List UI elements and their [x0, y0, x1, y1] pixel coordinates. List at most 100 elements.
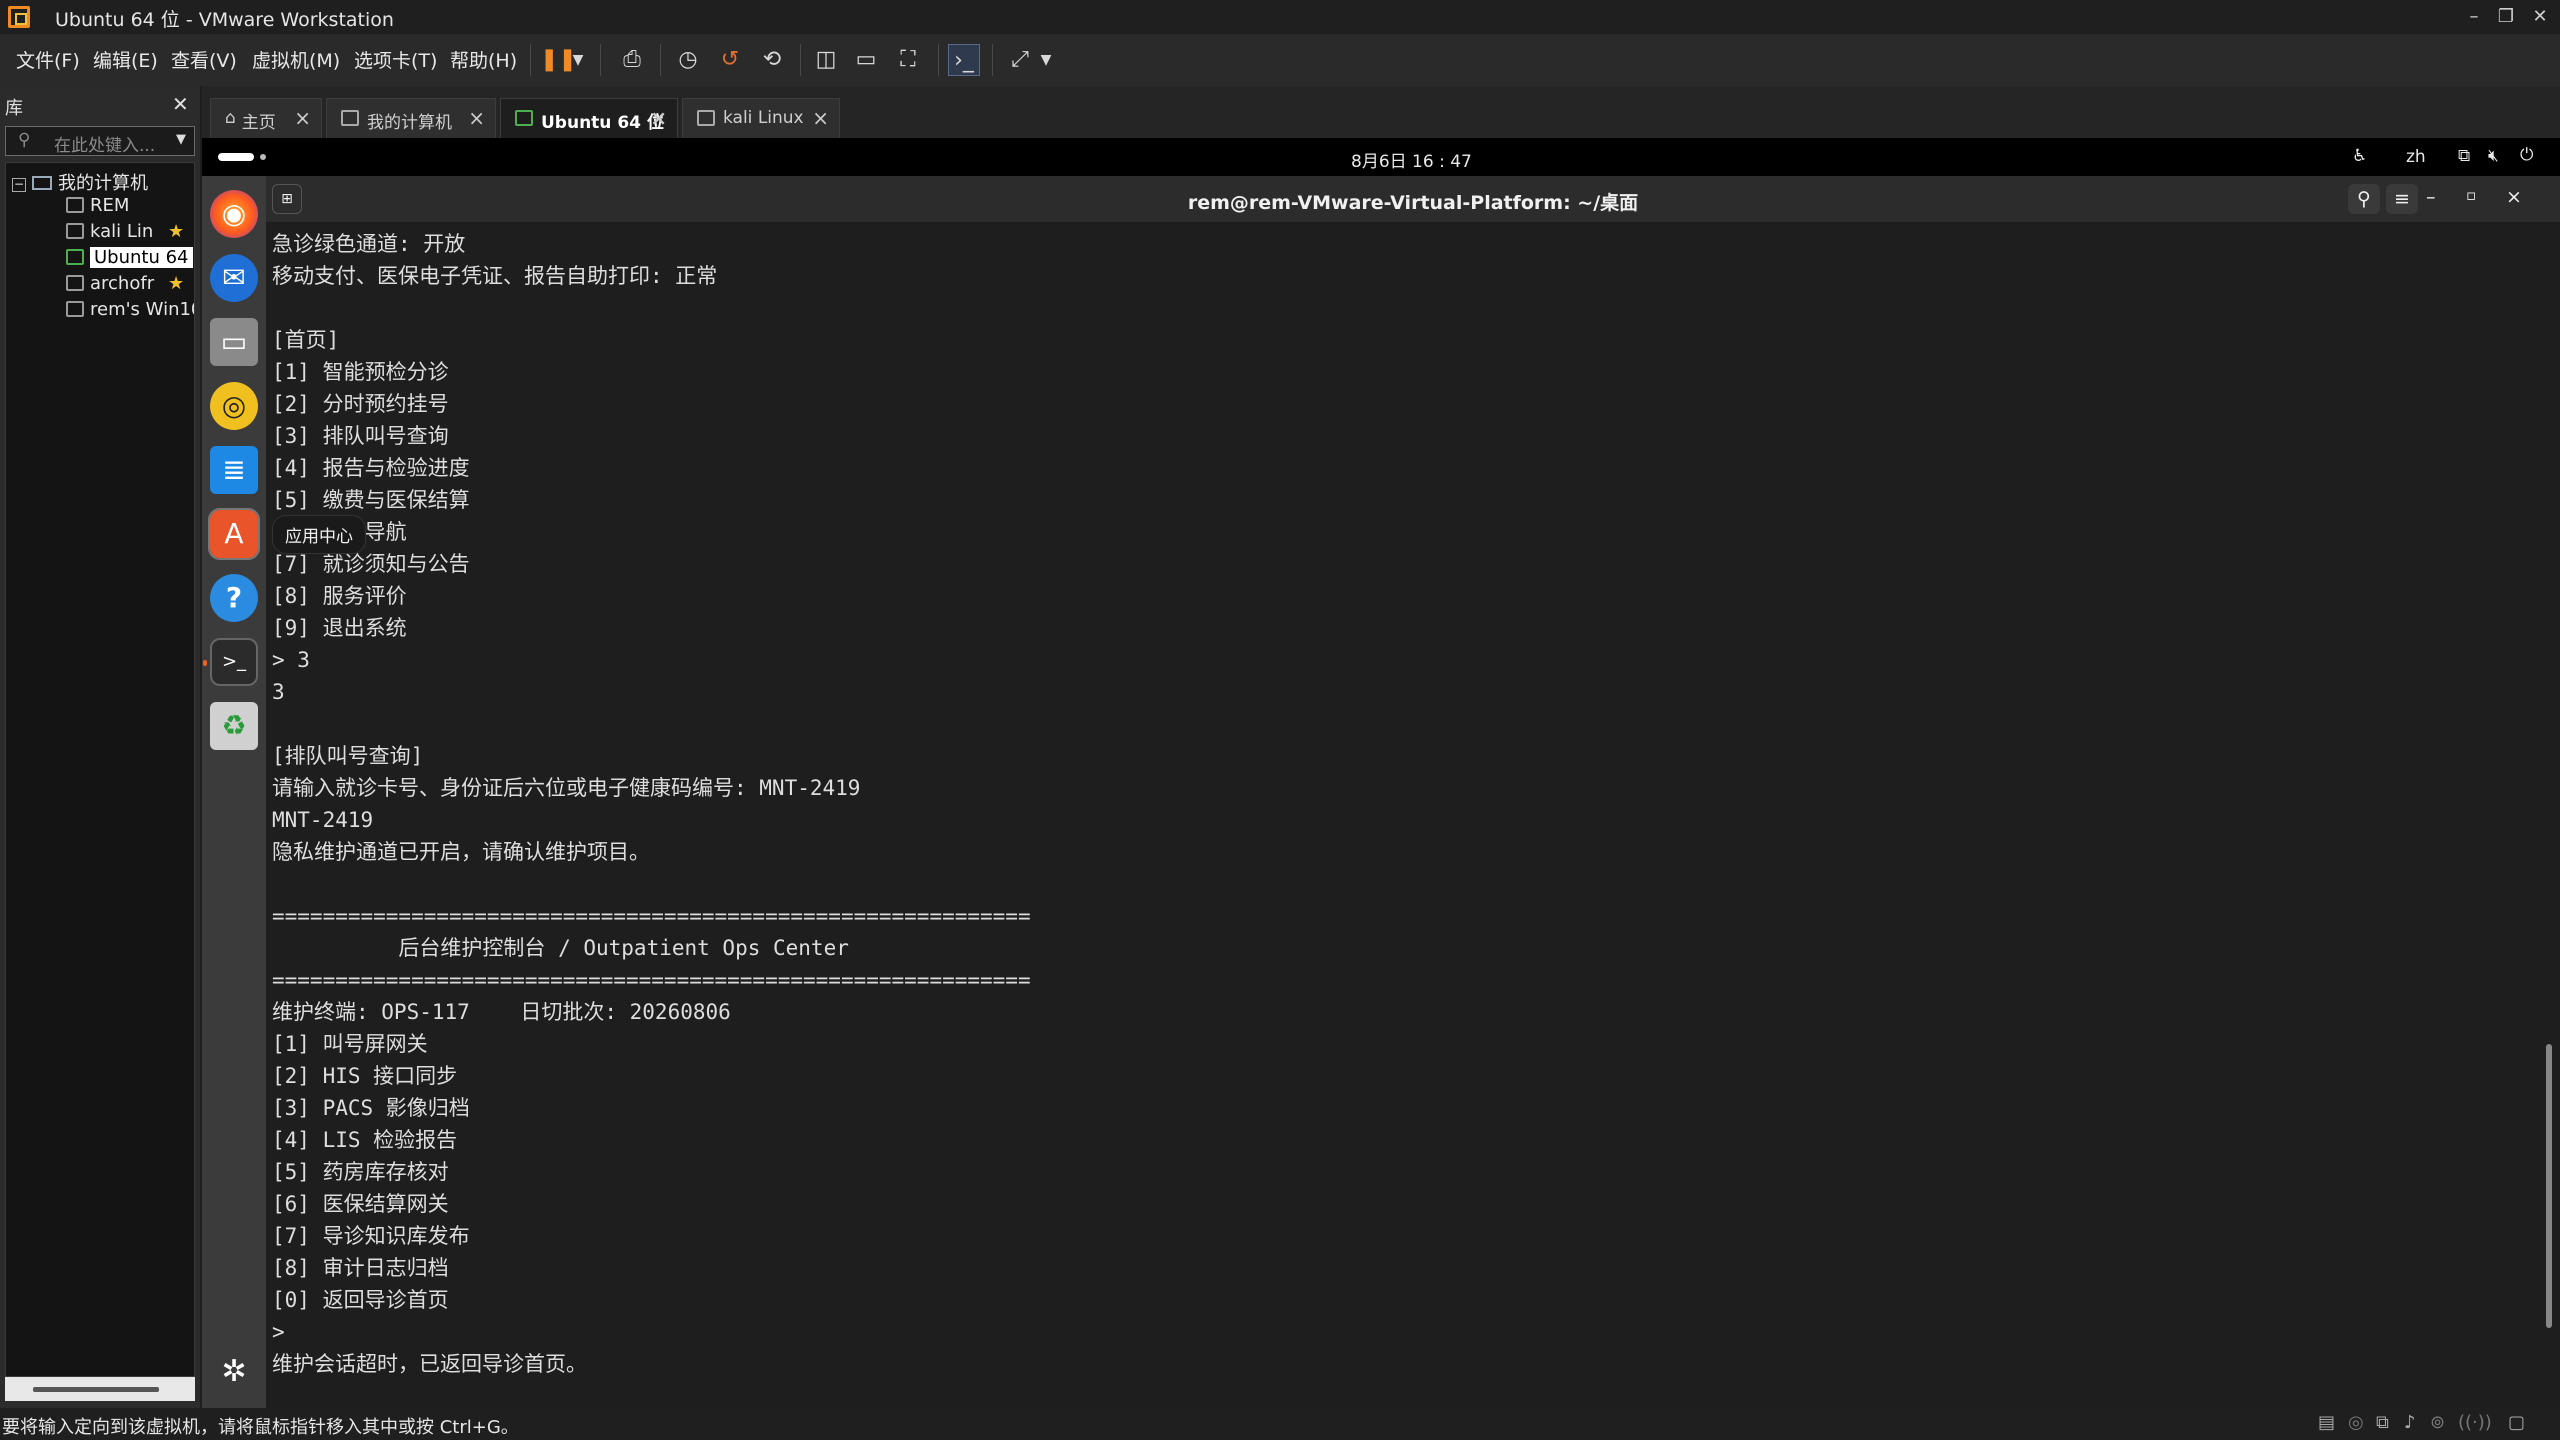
tab-home[interactable]: ⌂ 主页 ×: [210, 98, 322, 138]
usb-icon[interactable]: ⊚: [2430, 1412, 2445, 1433]
status-message: 要将输入定向到该虚拟机，请将鼠标指针移入其中或按 Ctrl+G。: [2, 1417, 519, 1438]
show-library-icon[interactable]: ◫: [810, 44, 842, 76]
minimize-icon[interactable]: –: [2426, 186, 2436, 208]
snapshot-icon[interactable]: ◷: [672, 44, 704, 76]
rhythmbox-icon[interactable]: ◎: [210, 382, 258, 430]
cd-rom-icon[interactable]: ◎: [2348, 1412, 2364, 1433]
tab-bar: ⌂ 主页 × 我的计算机 × Ubuntu 64 位 × kali Linux ×: [202, 86, 2560, 138]
menu-edit[interactable]: 编辑(E): [93, 46, 158, 73]
workspace-dot-icon[interactable]: [260, 154, 266, 160]
libreoffice-writer-icon[interactable]: ≣: [210, 446, 258, 494]
window-title: Ubuntu 64 位 - VMware Workstation: [55, 9, 394, 31]
workspace-indicator-icon[interactable]: [218, 153, 254, 161]
terminal-line: [1] 叫号屏网关: [272, 1032, 428, 1056]
thumbnail-bar-icon[interactable]: ▭: [850, 44, 882, 76]
clock[interactable]: 8月6日 16 : 47: [1351, 147, 1472, 172]
help-icon[interactable]: ?: [210, 574, 258, 622]
tab-kali[interactable]: kali Linux ×: [682, 98, 840, 138]
terminal-line: > 3: [272, 648, 310, 672]
close-icon[interactable]: ×: [468, 106, 485, 130]
status-bar: 要将输入定向到该虚拟机，请将鼠标指针移入其中或按 Ctrl+G。 ▤ ◎ ⧉ ♪…: [0, 1408, 2560, 1440]
accessibility-icon[interactable]: ♿: [2352, 146, 2367, 166]
tree-item-kali[interactable]: kali Lin ★: [66, 221, 194, 247]
hard-disk-icon[interactable]: ▤: [2318, 1412, 2335, 1433]
send-ctrl-alt-del-icon[interactable]: ⎙: [616, 44, 648, 76]
volume-icon[interactable]: 🔇︎: [2488, 146, 2499, 166]
scrollbar-thumb[interactable]: [2546, 1044, 2552, 1328]
files-icon[interactable]: ▭: [210, 318, 258, 366]
menu-vm[interactable]: 虚拟机(M): [252, 46, 340, 73]
toolbar-separator: [938, 44, 939, 76]
wireless-icon[interactable]: ((·)): [2458, 1412, 2492, 1433]
tree-item-win10[interactable]: rem's Win10: [66, 299, 194, 325]
terminal-icon[interactable]: >_: [210, 638, 258, 686]
toolbar-separator: [660, 44, 661, 76]
library-search-input[interactable]: ⚲ 在此处键入... ▼: [5, 126, 195, 156]
stretch-guest-icon[interactable]: ⤢: [1004, 44, 1036, 76]
terminal-line: 隐私维护通道已开启，请确认维护项目。: [272, 840, 650, 864]
chevron-down-icon[interactable]: ▼: [1036, 44, 1056, 76]
terminal-window[interactable]: ⊞ rem@rem-VMware-Virtual-Platform: ~/桌面 …: [266, 176, 2560, 1408]
close-button[interactable]: ✕: [2524, 2, 2556, 32]
firefox-icon[interactable]: ◉: [210, 190, 258, 238]
menu-help[interactable]: 帮助(H): [450, 46, 517, 73]
tree-item-rem[interactable]: REM: [66, 195, 129, 221]
chevron-down-icon[interactable]: ▼: [568, 44, 588, 76]
input-language[interactable]: zh: [2406, 147, 2426, 167]
tree-item-archofr[interactable]: archofr ★: [66, 273, 194, 299]
terminal-line: [3] 排队叫号查询: [272, 424, 449, 448]
power-icon[interactable]: ⏻: [2520, 145, 2533, 165]
library-panel: 库 ✕ ⚲ 在此处键入... ▼ − 我的计算机 REM kali Lin ★ Ub…: [0, 86, 200, 1408]
network-adapter-icon[interactable]: ⧉: [2376, 1412, 2389, 1433]
favorite-star-icon: ★: [168, 273, 185, 294]
close-icon[interactable]: ×: [812, 106, 829, 130]
close-icon[interactable]: ×: [650, 106, 667, 130]
snapshot-manager-icon[interactable]: ⟲: [756, 44, 788, 76]
app-center-icon[interactable]: A: [208, 508, 260, 560]
terminal-line: [1] 智能预检分诊: [272, 360, 449, 384]
sound-card-icon[interactable]: ♪: [2404, 1412, 2416, 1433]
collapse-icon[interactable]: −: [12, 178, 26, 192]
maximize-icon[interactable]: ▫: [2466, 186, 2476, 204]
full-screen-icon[interactable]: ⛶: [892, 44, 924, 76]
tab-label: 我的计算机: [367, 113, 452, 133]
message-log-icon[interactable]: ▢: [2508, 1412, 2525, 1433]
tab-ubuntu[interactable]: Ubuntu 64 位 ×: [500, 98, 678, 138]
trash-icon[interactable]: ♻: [210, 702, 258, 750]
search-icon[interactable]: ⚲: [2348, 184, 2380, 214]
library-title: 库: [5, 98, 23, 119]
tree-root[interactable]: − 我的计算机: [12, 169, 148, 195]
terminal-output[interactable]: 急诊绿色通道: 开放 移动支付、医保电子凭证、报告自助打印: 正常 [首页] [1]…: [272, 228, 2522, 1408]
toolbar-separator: [530, 44, 531, 76]
terminal-scrollbar[interactable]: [2546, 236, 2554, 1406]
menu-file[interactable]: 文件(F): [16, 46, 80, 73]
home-icon: ⌂: [225, 108, 236, 128]
close-icon[interactable]: ×: [294, 106, 311, 130]
library-horizontal-scrollbar[interactable]: [5, 1377, 195, 1401]
terminal-line: [0] 返回导诊首页: [272, 1288, 449, 1312]
terminal-line: 维护终端: OPS-117 日切批次: 20260806: [272, 1000, 731, 1024]
console-view-icon[interactable]: ›_: [948, 44, 980, 76]
restore-button[interactable]: ❐: [2490, 2, 2522, 32]
revert-snapshot-icon[interactable]: ↺: [714, 44, 746, 76]
scrollbar-thumb[interactable]: [33, 1387, 159, 1392]
terminal-line: [5] 缴费与医保结算: [272, 488, 470, 512]
terminal-line: ========================================…: [272, 904, 1031, 928]
tree-item-ubuntu[interactable]: Ubuntu 64: [66, 247, 196, 273]
menu-tabs[interactable]: 选项卡(T): [354, 46, 437, 73]
tree-item-label: Ubuntu 64: [90, 247, 193, 268]
show-apps-icon[interactable]: ✲: [210, 1348, 258, 1396]
thunderbird-icon[interactable]: ✉: [210, 254, 258, 302]
tab-my-computer[interactable]: 我的计算机 ×: [326, 98, 496, 138]
menu-icon[interactable]: ≡: [2386, 184, 2418, 214]
network-icon[interactable]: ⧉: [2458, 146, 2470, 166]
terminal-line: 维护会话超时，已返回导诊首页。: [272, 1352, 587, 1376]
chevron-down-icon[interactable]: ▼: [176, 132, 186, 147]
terminal-line: [6] 院内导航: [272, 516, 2522, 548]
menu-view[interactable]: 查看(V): [171, 46, 237, 73]
close-icon[interactable]: ✕: [172, 92, 189, 116]
close-icon[interactable]: ×: [2506, 186, 2522, 208]
minimize-button[interactable]: –: [2458, 2, 2490, 32]
guest-display[interactable]: 8月6日 16 : 47 ♿ zh ⧉ 🔇︎ ⏻ ◉ ✉ ▭ ◎ ≣ A ? >…: [202, 138, 2560, 1408]
vm-icon: [66, 275, 84, 291]
